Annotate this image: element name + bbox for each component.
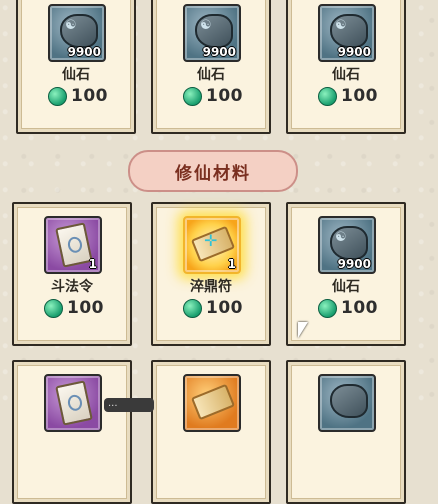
section-header: 修仙材料 bbox=[128, 150, 298, 192]
battle-token-icon bbox=[44, 374, 102, 432]
tooltip: ... bbox=[104, 398, 154, 412]
spirit-stone-icon bbox=[318, 374, 376, 432]
item-quantity: 9900 bbox=[202, 45, 236, 59]
item-name: 仙石 bbox=[332, 279, 360, 295]
spirit-stone-icon: ☯ 9900 bbox=[48, 4, 106, 62]
section-title: 修仙材料 bbox=[175, 163, 251, 184]
shop-item-card[interactable]: ☯ 9900 仙石 100 bbox=[286, 0, 406, 134]
item-price: 100 bbox=[183, 298, 243, 318]
jade-currency-icon bbox=[183, 86, 202, 106]
shop-item-card[interactable] bbox=[286, 360, 406, 504]
item-name: 仙石 bbox=[62, 67, 90, 83]
item-name: 淬鼎符 bbox=[190, 279, 232, 295]
item-quantity: 9900 bbox=[337, 257, 371, 271]
item-quantity: 9900 bbox=[67, 45, 101, 59]
shop-item-card[interactable] bbox=[12, 360, 132, 504]
shop-item-card[interactable]: ☯ 9900 仙石 100 bbox=[16, 0, 136, 134]
jade-currency-icon bbox=[183, 298, 202, 318]
shop-item-card[interactable] bbox=[151, 360, 271, 504]
item-quantity: 1 bbox=[88, 257, 97, 271]
shop-item-card[interactable]: 1 斗法令 100 bbox=[12, 202, 132, 346]
item-name: 斗法令 bbox=[51, 279, 93, 295]
spirit-stone-icon: ☯ 9900 bbox=[183, 4, 241, 62]
spirit-stone-icon: ☯ 9900 bbox=[318, 216, 376, 274]
item-quantity: 9900 bbox=[337, 45, 371, 59]
item-price: 100 bbox=[183, 86, 243, 106]
jade-currency-icon bbox=[318, 86, 337, 106]
battle-token-icon: 1 bbox=[44, 216, 102, 274]
jade-currency-icon bbox=[48, 86, 67, 106]
shop-item-card[interactable]: ☯ 9900 仙石 100 bbox=[151, 0, 271, 134]
jade-currency-icon bbox=[44, 298, 63, 318]
item-price: 100 bbox=[44, 298, 104, 318]
talisman-icon: ✛ 1 bbox=[183, 216, 241, 274]
item-name: 仙石 bbox=[197, 67, 225, 83]
shop-item-card[interactable]: ✛ 1 淬鼎符 100 bbox=[151, 202, 271, 346]
talisman-icon bbox=[183, 374, 241, 432]
item-price: 100 bbox=[48, 86, 108, 106]
item-price: 100 bbox=[318, 86, 378, 106]
jade-currency-icon bbox=[318, 298, 337, 318]
item-quantity: 1 bbox=[227, 257, 236, 271]
spirit-stone-icon: ☯ 9900 bbox=[318, 4, 376, 62]
item-name: 仙石 bbox=[332, 67, 360, 83]
item-price: 100 bbox=[318, 298, 378, 318]
